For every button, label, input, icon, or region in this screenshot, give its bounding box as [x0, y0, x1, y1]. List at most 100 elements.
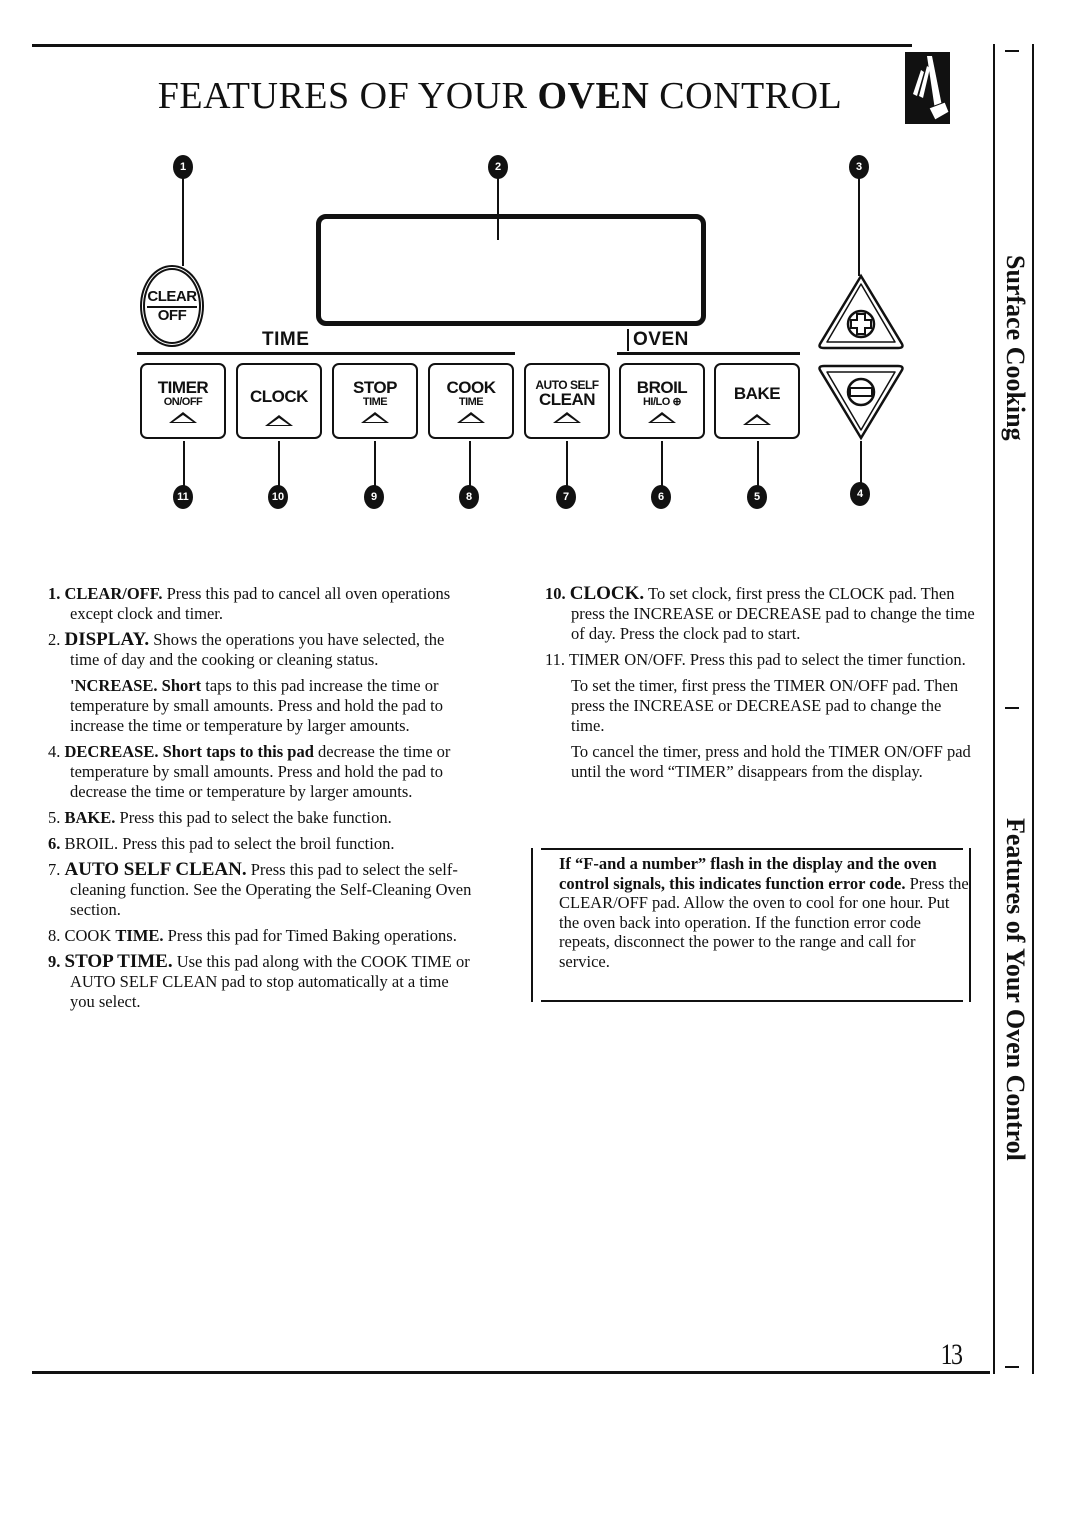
- increase-pad[interactable]: [816, 272, 906, 350]
- clear-label: CLEAR: [147, 288, 197, 308]
- callout-11: 11: [173, 485, 193, 509]
- leader-line: [469, 441, 471, 486]
- callout-2: 2: [488, 155, 508, 179]
- leader-line: [183, 441, 185, 486]
- description-item-4: 4. DECREASE. Short taps to this pad decr…: [48, 742, 476, 802]
- item-heading: BAKE.: [64, 808, 116, 827]
- callout-6: 6: [651, 485, 671, 509]
- stop-time-pad[interactable]: STOP TIME: [332, 363, 418, 439]
- pad-sublabel: TIME: [458, 395, 484, 408]
- clear-off-button[interactable]: CLEAR OFF: [140, 265, 204, 347]
- item-heading: STOP TIME.: [64, 951, 173, 972]
- item-heading: CLOCK.: [569, 583, 645, 604]
- item-number: 6.: [48, 834, 61, 853]
- broil-pad[interactable]: BROIL HI/LO ⊕: [619, 363, 705, 439]
- description-item-7: 7. AUTO SELF CLEAN. Press this pad to se…: [48, 860, 476, 920]
- item-number: 10.: [545, 584, 566, 603]
- description-item-1: 1. CLEAR/OFF. Press this pad to cancel a…: [48, 584, 476, 624]
- set-timer-paragraph: To set the timer, first press the TIMER …: [571, 676, 959, 735]
- pad-sublabel: ON/OFF: [163, 395, 203, 408]
- pad-label: CLEAN: [538, 390, 596, 410]
- leader-line: [182, 178, 184, 266]
- timer-on-off-pad[interactable]: TIMER ON/OFF: [140, 363, 226, 439]
- time-group-rule: [137, 352, 515, 355]
- callout-3: 3: [849, 155, 869, 179]
- pad-sublabel: TIME: [362, 395, 388, 408]
- callout-10: 10: [268, 485, 288, 509]
- item-number: 8.: [48, 926, 61, 945]
- callout-8: 8: [459, 485, 479, 509]
- cook-time-pad[interactable]: COOK TIME: [428, 363, 514, 439]
- item-heading-prefix: COOK: [64, 926, 116, 945]
- callout-1: 1: [173, 155, 193, 179]
- leader-line: [374, 441, 376, 486]
- triangle-icon: [361, 412, 389, 424]
- callout-5: 5: [747, 485, 767, 509]
- item-text: Press this pad to select the bake functi…: [115, 808, 392, 827]
- decrease-pad[interactable]: [816, 362, 906, 442]
- item-heading: CLEAR/OFF.: [64, 584, 163, 603]
- item-number: 4.: [48, 742, 61, 761]
- leader-line: [278, 441, 280, 486]
- oven-group-rule: [617, 352, 800, 355]
- bottom-rule: [32, 1371, 990, 1374]
- description-item-9: 9. STOP TIME. Use this pad along with th…: [48, 952, 476, 1012]
- leader-line: [858, 178, 860, 276]
- display-window: [316, 214, 706, 326]
- control-panel-diagram: 1 2 3 CLEAR OFF TIME OVEN TIMER ON/OFF C…: [0, 0, 1080, 560]
- triangle-icon: [169, 412, 197, 424]
- callout-4: 4: [850, 482, 870, 506]
- pad-sublabel: HI/LO ⊕: [642, 395, 682, 408]
- leader-line: [661, 441, 663, 486]
- pad-label: BROIL: [636, 377, 688, 397]
- side-tab-features-oven-control[interactable]: Features of Your Oven Control: [1000, 818, 1030, 1233]
- time-group-label: TIME: [262, 329, 310, 350]
- callout-7: 7: [556, 485, 576, 509]
- page-number: 13: [940, 1338, 963, 1371]
- side-tab-tick: [1005, 1366, 1019, 1368]
- item-heading: AUTO SELF CLEAN.: [64, 859, 247, 880]
- triangle-icon: [457, 412, 485, 424]
- item-number: 2.: [48, 630, 61, 649]
- item-heading: DECREASE. Short taps to this pad: [64, 742, 314, 761]
- item-number: 11.: [545, 650, 566, 669]
- item-number: 1.: [48, 584, 61, 603]
- description-item-3: 'NCREASE. Short taps to this pad increas…: [48, 676, 476, 736]
- description-item-6: 6. BROIL. Press this pad to select the b…: [48, 834, 476, 854]
- notice-bold-text: If “F-and a number” flash in the display…: [559, 854, 937, 893]
- oven-group-label: OVEN: [627, 329, 689, 351]
- descriptions-right: 10. CLOCK. To set clock, first press the…: [545, 584, 975, 788]
- leader-line: [757, 441, 759, 486]
- leader-line: [566, 441, 568, 486]
- item-heading: 'NCREASE. Short: [70, 676, 202, 695]
- pad-label: COOK: [446, 377, 497, 397]
- item-text: Press this pad for Timed Baking operatio…: [163, 926, 457, 945]
- plus-circle-icon: [846, 309, 876, 339]
- clock-pad[interactable]: CLOCK: [236, 363, 322, 439]
- pad-label: BAKE: [733, 384, 781, 403]
- callout-9: 9: [364, 485, 384, 509]
- triangle-icon: [265, 415, 293, 426]
- item-heading: DISPLAY.: [64, 629, 150, 650]
- bake-pad[interactable]: BAKE: [714, 363, 800, 439]
- pad-label: STOP: [353, 377, 397, 397]
- pad-label: TIMER: [157, 377, 209, 397]
- notice-text: If “F-and a number” flash in the display…: [559, 854, 969, 971]
- side-tab-tick: [1005, 707, 1019, 709]
- off-label: OFF: [157, 306, 187, 324]
- item-heading: TIME.: [115, 926, 164, 945]
- cancel-timer-paragraph: To cancel the timer, press and hold the …: [571, 742, 971, 781]
- item-number: 9.: [48, 952, 61, 971]
- item-text: Press this pad to select the broil funct…: [118, 834, 395, 853]
- descriptions-left: 1. CLEAR/OFF. Press this pad to cancel a…: [48, 584, 476, 1018]
- item-text: TIMER ON/OFF. Press this pad to select t…: [565, 650, 966, 669]
- description-item-10: 10. CLOCK. To set clock, first press the…: [545, 584, 975, 644]
- description-item-5: 5. BAKE. Press this pad to select the ba…: [48, 808, 476, 828]
- item-number: 7.: [48, 860, 61, 879]
- auto-self-clean-pad[interactable]: AUTO SELF CLEAN: [524, 363, 610, 439]
- leader-line: [860, 441, 862, 484]
- description-item-11: 11. TIMER ON/OFF. Press this pad to sele…: [545, 650, 975, 670]
- triangle-icon: [553, 412, 581, 424]
- item-heading: BROIL.: [64, 834, 119, 853]
- minus-circle-icon: [846, 377, 876, 407]
